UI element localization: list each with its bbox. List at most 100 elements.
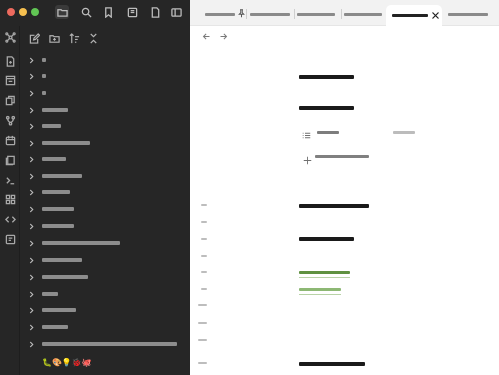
list-icon — [302, 127, 311, 145]
tab-6[interactable]: ■■■■■■■■■■■■■■■■■■■■■ — [448, 5, 488, 23]
line-marker — [198, 322, 207, 324]
folder-item[interactable]: ■■■■■■■■■■■■■■■■■■■■■■■■■■■■■■■■■■■■■■■■… — [28, 338, 188, 350]
window-zoom-button[interactable] — [31, 8, 39, 16]
folder-item[interactable]: ■■■■■■■■■■■■■■■■■■■■ — [28, 137, 188, 149]
tab-3[interactable]: ■■■■■■■■■■■■■■■■■ — [297, 5, 335, 23]
chevron-right-icon[interactable] — [28, 306, 34, 314]
chevron-right-icon[interactable] — [28, 222, 34, 230]
folder-item[interactable]: ■■ — [28, 54, 188, 66]
emoji-row: 🐛🎨💡🐞🐙 — [42, 358, 92, 367]
folder-item[interactable]: ■■■■■■■■■■■■■ — [28, 220, 188, 232]
new-note-icon[interactable] — [28, 32, 40, 44]
chevron-right-icon[interactable] — [28, 256, 34, 264]
calendar-icon[interactable] — [4, 134, 16, 146]
chevron-right-icon[interactable] — [28, 139, 34, 147]
chevron-right-icon[interactable] — [28, 106, 34, 114]
folder-item[interactable]: ■■■■■■■■■■ — [28, 153, 188, 165]
chevron-right-icon[interactable] — [28, 172, 34, 180]
app-window: ■■■■■■■■■■■■■■■■■■■■■■■■■■■■■■■■■■■■■■■■… — [0, 0, 499, 375]
tab-label: ■■■■■■■■■■■■■■■■■■ — [344, 12, 382, 16]
close-icon[interactable] — [431, 7, 440, 25]
tab-label: ■■■■■■■■■■■■■■■■■■■ — [392, 14, 428, 17]
chevron-right-icon[interactable] — [28, 290, 34, 298]
line-marker — [201, 288, 207, 290]
tab-separator — [246, 9, 247, 19]
window-close-button[interactable] — [7, 8, 15, 16]
bookmark-icon[interactable] — [101, 5, 115, 19]
chevron-right-icon[interactable] — [28, 155, 34, 163]
tab-bar: ■■■■■■■■■■■■■■■■■■■■■■■■ ■■■■■■■■■■■■■■■… — [190, 0, 499, 26]
chevron-right-icon[interactable] — [28, 122, 34, 130]
folder-label: ■■■■■■■■■■■■■ — [42, 207, 74, 211]
chevron-right-icon[interactable] — [28, 340, 34, 348]
link-underline — [299, 294, 341, 295]
copy-icon[interactable] — [4, 94, 16, 106]
book-icon[interactable] — [125, 5, 139, 19]
tab-label: ■■■■■■■■■■■■■■■■■■■■■■■■ — [205, 12, 235, 16]
folder-item[interactable]: ■■■■■■■■■■■■■■■■ — [28, 170, 188, 182]
chevron-right-icon[interactable] — [28, 239, 34, 247]
link-line[interactable]: ■■■■■■■■■■■■■■■ — [299, 288, 341, 291]
graph-icon[interactable] — [4, 31, 16, 43]
folder-item[interactable]: ■■■■■■■■■■■■■ — [28, 203, 188, 215]
tab-2[interactable]: ■■■■■■■■■■■■■■■■■■■■■■■■ — [250, 5, 290, 23]
chevron-right-icon[interactable] — [28, 323, 34, 331]
property-value[interactable]: ■■■■■■ — [393, 131, 415, 134]
code-icon[interactable] — [4, 213, 16, 225]
chevron-right-icon[interactable] — [28, 273, 34, 281]
text-line: ■■■■ ■■■■■■■■■■■ — [299, 362, 365, 366]
add-property-button[interactable]: ■■■■ ■■■■■■■■ — [315, 155, 369, 158]
note-heading: ■■■■■■■■■■■■■■■■■■■■ — [299, 106, 354, 110]
git-branch-icon[interactable] — [4, 114, 16, 126]
tab-separator — [341, 9, 342, 19]
tab-separator — [294, 9, 295, 19]
grid-icon[interactable] — [4, 193, 16, 205]
folder-label: ■■■■■■■■■■■■■■■■■■■■■■■■■■■■■■■■■■■■■■■■… — [42, 342, 177, 346]
folder-label: ■■■■■■■■■■■■■■■■ — [42, 174, 82, 178]
tab-label: ■■■■■■■■■■■■■■■■■ — [297, 12, 335, 16]
chevron-right-icon[interactable] — [28, 72, 34, 80]
folder-item[interactable]: ■■■■■■■ — [28, 288, 188, 300]
chevron-right-icon[interactable] — [28, 205, 34, 213]
tab-label: ■■■■■■■■■■■■■■■■■■■■■■■■ — [250, 12, 290, 16]
tab-5-active[interactable]: ■■■■■■■■■■■■■■■■■■■ — [386, 5, 442, 26]
folder-label: ■■■■■■■■■■■■■■■■■■■■ — [42, 141, 90, 145]
file-icon[interactable] — [148, 5, 162, 19]
folder-item[interactable]: ■■■■■■■ — [28, 120, 188, 132]
chevron-right-icon[interactable] — [28, 89, 34, 97]
pin-icon[interactable] — [237, 5, 246, 23]
folder-icon[interactable] — [55, 5, 69, 19]
folder-label: ■■■■■■■■■■ — [42, 108, 68, 112]
folder-item[interactable]: ■■■■■■■■■■■■■■■■■■■ — [28, 271, 188, 283]
folder-item[interactable]: ■■■■■■■■■■■■■■■■■ — [28, 254, 188, 266]
chevron-right-icon[interactable] — [28, 188, 34, 196]
sort-icon[interactable] — [68, 32, 80, 44]
tab-1[interactable]: ■■■■■■■■■■■■■■■■■■■■■■■■ — [205, 5, 246, 23]
folder-item[interactable]: ■■■■■■■■■■ — [28, 104, 188, 116]
folder-item[interactable]: ■■■■■■■■■■■■ — [28, 321, 188, 333]
search-icon[interactable] — [79, 5, 93, 19]
collapse-icon[interactable] — [87, 32, 99, 44]
chevron-right-icon[interactable] — [28, 56, 34, 64]
tab-4[interactable]: ■■■■■■■■■■■■■■■■■■ — [344, 5, 382, 23]
new-folder-icon[interactable] — [48, 32, 60, 44]
canvas-icon[interactable] — [4, 74, 16, 86]
folder-item[interactable]: ■■ — [28, 87, 188, 99]
link-line[interactable]: ■■■■■■■■■■■■■■■■■■ — [299, 271, 350, 274]
terminal-icon[interactable] — [4, 174, 16, 186]
note-title[interactable]: ■■■■■■■■■■■■■■■■ — [299, 75, 354, 79]
property-name[interactable]: ■■■■■■■ — [317, 131, 339, 134]
new-note-icon[interactable] — [4, 55, 16, 67]
pages-icon[interactable] — [4, 154, 16, 166]
sidebar-toggle-icon[interactable] — [169, 5, 183, 19]
folder-label: ■■ — [42, 91, 46, 95]
folder-item[interactable]: ■■■■■■■■■■■■ — [28, 186, 188, 198]
folder-item[interactable]: ■■■■■■■■■■■■■■■■■■■■■■■■■■■■■■■■■■■ — [28, 237, 188, 249]
folder-item[interactable]: ■■■■■■■■■■■■■■■ — [28, 304, 188, 316]
folder-item[interactable]: ■■ — [28, 70, 188, 82]
template-icon[interactable] — [4, 233, 16, 245]
window-minimize-button[interactable] — [19, 8, 27, 16]
folder-label: ■■■■■■■■■■■■■■■ — [42, 308, 76, 312]
plus-icon[interactable] — [303, 152, 312, 170]
ribbon — [0, 26, 20, 375]
